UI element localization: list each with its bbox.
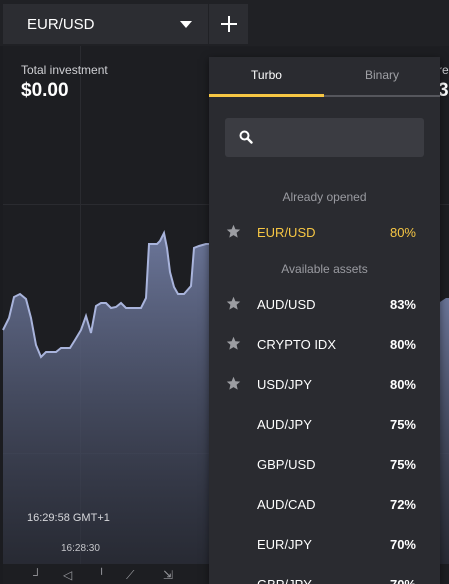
current-time-label: 16:29:58 GMT+1 xyxy=(27,512,110,524)
asset-name: AUD/USD xyxy=(257,297,316,312)
asset-row-eur-usd[interactable]: EUR/USD 80% xyxy=(209,212,440,252)
asset-search-input[interactable] xyxy=(225,118,424,157)
tab-turbo[interactable]: Turbo xyxy=(209,57,324,95)
asset-name: AUD/CAD xyxy=(257,497,316,512)
asset-row-gbp-jpy[interactable]: GBP/JPY 70% xyxy=(209,564,440,584)
price-area-fill-right xyxy=(440,298,449,584)
star-icon[interactable] xyxy=(226,224,241,239)
time-axis-label: 16:28:30 xyxy=(61,543,100,554)
asset-type-tabs: Turbo Binary xyxy=(209,57,440,97)
total-investment-value: $0.00 xyxy=(21,80,69,101)
star-icon[interactable] xyxy=(226,376,241,391)
asset-payout: 70% xyxy=(390,577,416,584)
active-tab-indicator xyxy=(209,94,324,97)
asset-row-aud-cad[interactable]: AUD/CAD 72% xyxy=(209,484,440,524)
search-icon xyxy=(239,130,253,144)
asset-row-gbp-usd[interactable]: GBP/USD 75% xyxy=(209,444,440,484)
tool-icon[interactable]: ╵ xyxy=(98,568,105,582)
asset-row-aud-jpy[interactable]: AUD/JPY 75% xyxy=(209,404,440,444)
asset-dropdown: Turbo Binary Already opened Available as… xyxy=(209,57,440,584)
asset-name: USD/JPY xyxy=(257,377,312,392)
asset-name: AUD/JPY xyxy=(257,417,312,432)
available-assets-heading: Available assets xyxy=(281,262,368,276)
asset-name: EUR/USD xyxy=(257,225,316,240)
total-investment-label: Total investment xyxy=(21,63,108,77)
already-opened-heading: Already opened xyxy=(282,190,367,204)
asset-name: EUR/JPY xyxy=(257,537,312,552)
asset-payout: 70% xyxy=(389,537,416,552)
asset-row-usd-jpy[interactable]: USD/JPY 80% xyxy=(209,364,440,404)
asset-name: CRYPTO IDX xyxy=(257,337,336,352)
asset-payout: 80% xyxy=(389,337,416,352)
tool-icon[interactable]: ⇲ xyxy=(163,568,173,582)
star-icon[interactable] xyxy=(226,296,241,311)
tab-divider xyxy=(324,95,440,97)
asset-payout: 72% xyxy=(389,497,416,512)
price-area-fill xyxy=(3,233,209,584)
star-icon[interactable] xyxy=(226,336,241,351)
asset-row-crypto-idx[interactable]: CRYPTO IDX 80% xyxy=(209,324,440,364)
tool-icon[interactable]: ◁ xyxy=(63,568,72,582)
tab-binary[interactable]: Binary xyxy=(324,57,440,95)
asset-payout: 83% xyxy=(389,297,416,312)
asset-row-eur-jpy[interactable]: EUR/JPY 70% xyxy=(209,524,440,564)
asset-payout: 80% xyxy=(389,377,416,392)
asset-name: GBP/USD xyxy=(257,457,316,472)
asset-row-aud-usd[interactable]: AUD/USD 83% xyxy=(209,284,440,324)
tool-icon[interactable]: ⟋ xyxy=(126,568,134,583)
asset-name: GBP/JPY xyxy=(257,577,312,584)
asset-payout: 75% xyxy=(389,417,416,432)
asset-payout: 75% xyxy=(389,457,416,472)
tool-icon[interactable]: ┘ xyxy=(33,568,42,582)
asset-payout: 80% xyxy=(389,225,416,240)
